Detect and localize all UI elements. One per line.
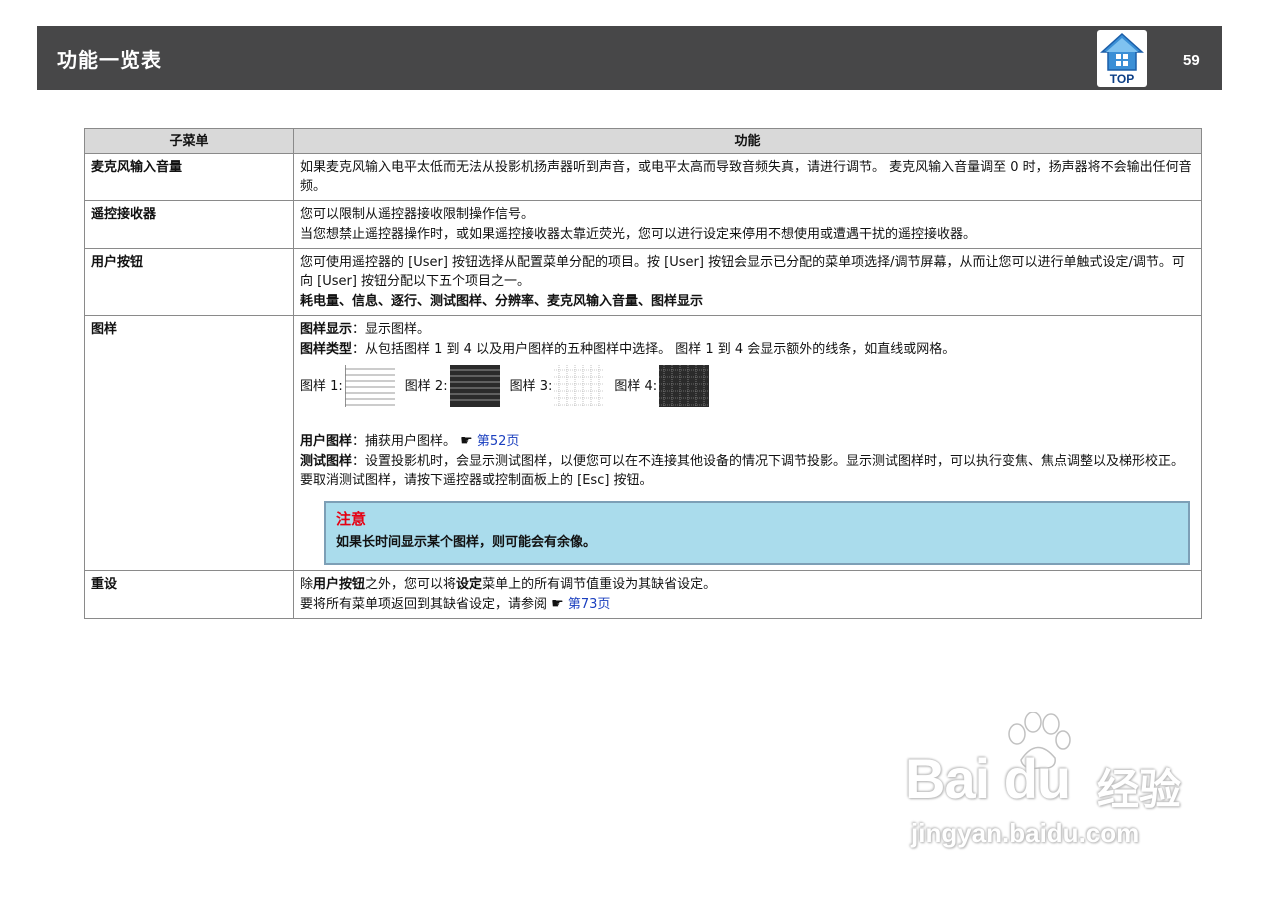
function-cell: 如果麦克风输入电平太低而无法从投影机扬声器听到声音，或电平太高而导致音频失真，请… — [293, 153, 1202, 201]
pattern-3: 图样 3: — [510, 365, 605, 407]
pattern-label: 图样 4: — [614, 378, 658, 394]
top-label: TOP — [1109, 72, 1135, 86]
reset-text-post: 菜单上的所有调节值重设为其缺省设定。 — [482, 577, 717, 592]
user-pattern-line: 用户图样：捕获用户图样。 ☛ 第52页 — [300, 432, 1195, 451]
submenu-name: 遥控接收器 — [84, 200, 294, 249]
pattern-type-text: ：从包括图样 1 到 4 以及用户图样的五种图样中选择。 图样 1 到 4 会显… — [352, 342, 956, 357]
pointing-hand-icon: ☛ — [551, 596, 564, 612]
pattern-type-line: 图样类型：从包括图样 1 到 4 以及用户图样的五种图样中选择。 图样 1 到 … — [300, 340, 1195, 359]
function-cell: 除用户按钮之外，您可以将设定菜单上的所有调节值重设为其缺省设定。 要将所有菜单项… — [293, 570, 1202, 619]
submenu-name: 麦克风输入音量 — [84, 153, 294, 201]
reset-bold-user-button: 用户按钮 — [313, 577, 366, 592]
pattern-label: 图样 1: — [300, 378, 343, 394]
test-pattern-text: ：设置投影机时，会显示测试图样，以便您可以在不连接其他设备的情况下调节投影。显示… — [300, 454, 1185, 488]
reset-text-mid: 之外，您可以将 — [365, 577, 457, 592]
column-header-function: 功能 — [293, 128, 1202, 154]
caution-title: 注意 — [336, 510, 367, 528]
reset-line-2: 要将所有菜单项返回到其缺省设定，请参阅 ☛ 第73页 — [300, 595, 1195, 614]
table-row: 遥控接收器 您可以限制从遥控器接收限制操作信号。 当您想禁止遥控器操作时，或如果… — [84, 200, 1202, 249]
pattern-2: 图样 2: — [405, 365, 500, 407]
pattern-1-thumbnail — [344, 365, 395, 407]
submenu-name: 图样 — [84, 315, 294, 571]
function-text: 您可以限制从遥控器接收限制操作信号。 — [300, 207, 535, 222]
function-cell: 您可使用遥控器的 [User] 按钮选择从配置菜单分配的项目。按 [User] … — [293, 248, 1202, 316]
caution-text: 如果长时间显示某个图样，则可能会有余像。 — [336, 535, 597, 550]
pattern-display-label: 图样显示 — [300, 322, 353, 337]
pattern-2-thumbnail — [449, 365, 500, 407]
page-52-link[interactable]: 第52页 — [477, 434, 520, 449]
top-button[interactable]: TOP — [1097, 30, 1147, 87]
function-text: 当您想禁止遥控器操作时，或如果遥控接收器太靠近荧光，您可以进行设定来停用不想使用… — [300, 227, 977, 242]
table-row: 图样 图样显示：显示图样。 图样类型：从包括图样 1 到 4 以及用户图样的五种… — [84, 315, 1202, 571]
user-pattern-text: ：捕获用户图样。 — [352, 434, 457, 449]
test-pattern-label: 测试图样 — [300, 454, 353, 469]
reset-line-1: 除用户按钮之外，您可以将设定菜单上的所有调节值重设为其缺省设定。 — [300, 575, 1195, 594]
reset-bold-settings: 设定 — [456, 577, 483, 592]
page-title: 功能一览表 — [57, 48, 162, 72]
watermark-cn: 经验 — [1097, 765, 1182, 814]
watermark-url: jingyan.baidu.com — [911, 818, 1140, 848]
pointing-hand-icon: ☛ — [460, 433, 473, 449]
pattern-1: 图样 1: — [300, 365, 395, 407]
table-header-row: 子菜单 功能 — [84, 128, 1202, 154]
caution-box: 注意 如果长时间显示某个图样，则可能会有余像。 — [324, 501, 1190, 565]
pattern-3-thumbnail — [554, 365, 605, 407]
pattern-display-text: ：显示图样。 — [352, 322, 431, 337]
function-table: 子菜单 功能 麦克风输入音量 如果麦克风输入电平太低而无法从投影机扬声器听到声音… — [84, 128, 1202, 619]
function-cell: 您可以限制从遥控器接收限制操作信号。 当您想禁止遥控器操作时，或如果遥控接收器太… — [293, 200, 1202, 249]
baidu-watermark: Bai du 经验 jingyan.baidu.com — [905, 712, 1215, 862]
home-top-icon — [1100, 32, 1144, 71]
pattern-4-thumbnail — [659, 365, 710, 407]
page-73-link[interactable]: 第73页 — [568, 597, 611, 612]
user-pattern-label: 用户图样 — [300, 434, 353, 449]
pattern-display-line: 图样显示：显示图样。 — [300, 320, 1195, 339]
pattern-samples: 图样 1: 图样 2: 图样 3: 图样 4: — [300, 364, 1195, 408]
assignable-items: 耗电量、信息、逐行、测试图样、分辨率、麦克风输入音量、图样显示 — [300, 294, 704, 309]
reset-text-line2: 要将所有菜单项返回到其缺省设定，请参阅 — [300, 597, 548, 612]
watermark-brand: Bai du — [905, 747, 1071, 810]
function-cell: 图样显示：显示图样。 图样类型：从包括图样 1 到 4 以及用户图样的五种图样中… — [293, 315, 1202, 571]
submenu-name: 重设 — [84, 570, 294, 619]
page-number: 59 — [1183, 52, 1200, 69]
test-pattern-line: 测试图样：设置投影机时，会显示测试图样，以便您可以在不连接其他设备的情况下调节投… — [300, 452, 1195, 490]
pattern-type-label: 图样类型 — [300, 342, 353, 357]
reset-text-pre: 除 — [300, 577, 314, 592]
pattern-label: 图样 3: — [509, 378, 553, 394]
table-row: 重设 除用户按钮之外，您可以将设定菜单上的所有调节值重设为其缺省设定。 要将所有… — [84, 570, 1202, 619]
function-text: 您可使用遥控器的 [User] 按钮选择从配置菜单分配的项目。按 [User] … — [300, 255, 1185, 289]
page-header: 功能一览表 TOP 59 — [37, 26, 1222, 90]
pattern-label: 图样 2: — [404, 378, 448, 394]
function-text: 如果麦克风输入电平太低而无法从投影机扬声器听到声音，或电平太高而导致音频失真，请… — [300, 160, 1192, 194]
column-header-submenu: 子菜单 — [84, 128, 294, 154]
table-row: 麦克风输入音量 如果麦克风输入电平太低而无法从投影机扬声器听到声音，或电平太高而… — [84, 153, 1202, 201]
pattern-4: 图样 4: — [614, 365, 710, 407]
submenu-name: 用户按钮 — [84, 248, 294, 316]
table-row: 用户按钮 您可使用遥控器的 [User] 按钮选择从配置菜单分配的项目。按 [U… — [84, 248, 1202, 316]
